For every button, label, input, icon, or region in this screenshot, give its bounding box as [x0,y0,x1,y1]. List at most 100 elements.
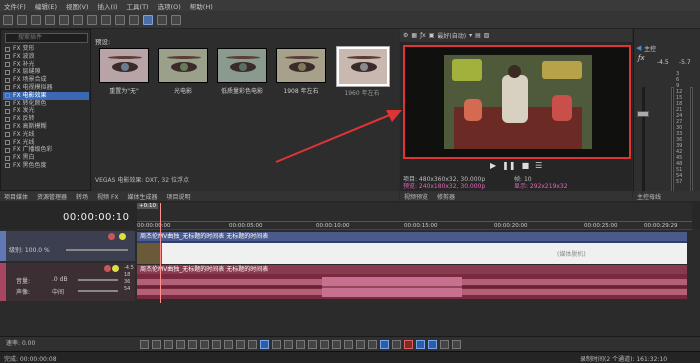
menu-icon[interactable]: ☰ [535,161,542,170]
preset-thumbnail[interactable] [276,48,326,83]
gear-icon[interactable] [59,14,69,25]
tab-project-notes[interactable]: 项目说明 [167,192,191,201]
fx-item-selected[interactable]: FX 电影效果 [3,91,89,100]
fx-item[interactable]: FX 广播级色彩 [3,146,89,154]
go-to-end-icon[interactable] [224,339,233,349]
lock-envelopes-icon[interactable] [428,339,437,349]
region-icon[interactable] [368,339,377,349]
level-slider[interactable] [66,249,128,251]
tab-explorer[interactable]: 资源管理器 [37,192,67,201]
tab-trimmer[interactable]: 修剪器 [437,192,455,201]
fx-icon[interactable]: ƒx [638,54,645,62]
solo-icon[interactable] [112,265,119,272]
menu-file[interactable]: 文件(F) [4,1,26,11]
undo-icon[interactable] [115,14,125,25]
menu-insert[interactable]: 插入(I) [98,1,118,11]
fx-item[interactable]: FX 反转 [3,115,89,123]
tab-transitions[interactable]: 转场 [76,192,88,201]
video-track-header[interactable]: 级别: 100.0 % [0,231,135,261]
trim-end-icon[interactable] [332,339,341,349]
pause-icon[interactable] [188,339,197,349]
fx-item[interactable]: FX 黑色色度 [3,162,89,170]
speaker-icon[interactable]: ◀ [636,44,641,52]
selection-tool-icon[interactable] [171,14,181,25]
menu-view[interactable]: 视图(V) [66,1,89,11]
fx-item[interactable]: FX 黑白 [3,154,89,162]
play-icon[interactable]: ▶ [490,161,496,170]
pan-slider[interactable] [78,290,118,292]
open-icon[interactable] [17,14,27,25]
fx-item[interactable]: FX 变形 [3,45,89,53]
fx-item[interactable]: FX 波浪 [3,53,89,61]
fx-item[interactable]: FX 场景合成 [3,76,89,84]
new-project-icon[interactable] [3,14,13,25]
preset-thumbnail[interactable] [99,48,149,83]
next-frame-icon[interactable] [248,339,257,349]
quality-dropdown[interactable]: 最好(自动) [437,31,466,40]
go-to-start-icon[interactable] [212,339,221,349]
event-pan-icon[interactable] [416,339,425,349]
tab-video-fx[interactable]: 视频 FX [97,192,118,201]
menu-tools[interactable]: 工具(T) [127,1,149,11]
record-icon[interactable] [140,339,149,349]
fx-item[interactable]: FX 光线 [3,131,89,139]
pause-icon[interactable]: ❚❚ [502,161,515,170]
copy-icon[interactable] [87,14,97,25]
play-icon[interactable] [176,339,185,349]
selection-icon[interactable] [284,339,293,349]
stop-icon[interactable] [200,339,209,349]
preset-thumbnail[interactable] [217,48,267,83]
normal-edit-tool-icon[interactable] [260,339,269,349]
tab-project-media[interactable]: 项目媒体 [4,192,28,201]
zoom-icon[interactable] [296,339,305,349]
solo-icon[interactable] [119,233,126,240]
gear-icon[interactable]: ⚙ [403,32,408,39]
tab-media-generators[interactable]: 媒体生成器 [128,192,158,201]
current-time-display[interactable]: 00:00:00:10 [63,212,130,223]
envelope-icon[interactable] [272,339,281,349]
audio-track-header[interactable]: 音量: .0 dB 声像: 中间 -4.5 18 36 54 [0,263,135,301]
tab-video-preview[interactable]: 视频预览 [404,192,428,201]
ripple-edit-icon[interactable] [404,339,413,349]
copy-frame-icon[interactable]: ▣ [429,32,435,39]
fx-item[interactable]: FX 电视模拟器 [3,84,89,92]
cut-icon[interactable] [73,14,83,25]
preset-thumbnail-selected[interactable] [336,46,390,87]
time-display-icon[interactable] [452,339,461,349]
chevron-down-icon[interactable]: ▾ [469,32,472,39]
menu-edit[interactable]: 编辑(E) [35,1,57,11]
fx-item[interactable]: FX 发光 [3,107,89,115]
save-snapshot-icon[interactable]: ▧ [484,32,490,39]
marker-icon[interactable] [356,339,365,349]
trim-start-icon[interactable] [320,339,329,349]
lock-icon[interactable] [344,339,353,349]
split-icon[interactable]: ▦ [411,32,417,39]
menu-options[interactable]: 选项(O) [158,1,181,11]
ignore-grouping-icon[interactable] [440,339,449,349]
fx-search-input[interactable]: 搜索插件 [5,33,88,43]
prev-frame-icon[interactable] [236,339,245,349]
save-icon[interactable] [31,14,41,25]
audio-clip[interactable]: 周杰伦MV曲独_无标题的时间表 无标题的时间表 [137,265,687,299]
loop-icon[interactable] [152,339,161,349]
render-icon[interactable] [45,14,55,25]
fx-icon[interactable]: ƒx [420,32,426,39]
fx-item[interactable]: FX 高斯模糊 [3,123,89,131]
mute-icon[interactable] [108,233,115,240]
grid-icon[interactable]: ▤ [475,32,481,39]
mute-icon[interactable] [104,265,111,272]
envelope-tool-icon[interactable] [157,14,167,25]
video-clip[interactable]: 周杰伦MV曲独_无标题的时间表 无标题的时间表 (媒体脱机) [137,232,687,264]
split-icon[interactable] [308,339,317,349]
auto-crossfade-icon[interactable] [392,339,401,349]
master-fader-knob[interactable] [637,111,649,117]
snap-icon[interactable] [380,339,389,349]
normal-edit-tool-icon[interactable] [143,14,153,25]
playhead[interactable] [160,203,161,303]
volume-slider[interactable] [78,279,118,281]
paste-icon[interactable] [101,14,111,25]
menu-help[interactable]: 帮助(H) [190,1,213,11]
preset-thumbnail[interactable] [158,48,208,83]
redo-icon[interactable] [129,14,139,25]
play-from-start-icon[interactable] [164,339,173,349]
